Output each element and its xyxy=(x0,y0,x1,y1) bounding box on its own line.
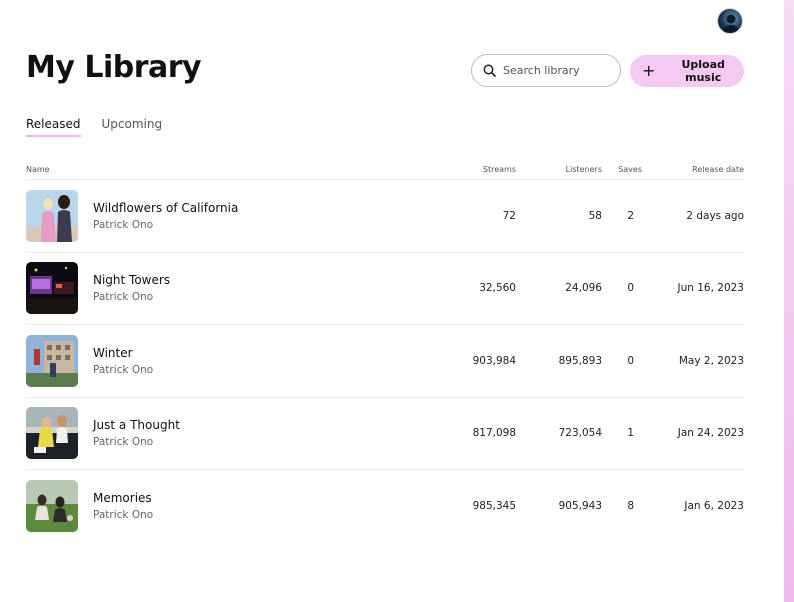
track-title[interactable]: Just a Thought xyxy=(93,418,180,432)
library-table: Name Streams Listeners Saves Release dat… xyxy=(26,160,744,543)
column-header-saves[interactable]: Saves xyxy=(602,165,642,174)
upload-music-button[interactable]: + Upload music xyxy=(630,55,744,87)
upload-music-label: Upload music xyxy=(681,58,725,84)
album-cover-image xyxy=(26,407,78,460)
tab-upcoming[interactable]: Upcoming xyxy=(102,117,163,137)
streams-value: 985,345 xyxy=(472,500,516,513)
plus-icon: + xyxy=(642,61,656,80)
track-artist: Patrick Ono xyxy=(93,436,154,449)
track-title[interactable]: Wildflowers of California xyxy=(93,201,238,215)
search-input[interactable] xyxy=(503,64,613,77)
column-header-name[interactable]: Name xyxy=(26,165,446,174)
saves-value: 2 xyxy=(627,209,634,222)
track-artist: Patrick Ono xyxy=(93,509,154,522)
release-date-value: 2 days ago xyxy=(686,209,744,222)
column-header-release-date[interactable]: Release date xyxy=(642,165,744,174)
streams-value: 32,560 xyxy=(479,282,516,295)
saves-value: 0 xyxy=(627,354,634,367)
search-box[interactable] xyxy=(471,54,621,87)
album-cover-image xyxy=(26,480,78,533)
saves-value: 0 xyxy=(627,282,634,295)
table-header: Name Streams Listeners Saves Release dat… xyxy=(26,160,744,180)
release-date-value: May 2, 2023 xyxy=(678,354,744,367)
release-date-value: Jun 16, 2023 xyxy=(677,282,744,295)
track-title[interactable]: Winter xyxy=(93,346,153,360)
release-date-value: Jan 24, 2023 xyxy=(677,427,744,440)
tab-released[interactable]: Released xyxy=(26,117,81,137)
track-title[interactable]: Night Towers xyxy=(93,273,170,287)
album-cover-image xyxy=(26,334,78,387)
listeners-value: 58 xyxy=(588,209,602,222)
side-accent-strip xyxy=(784,0,794,602)
saves-value: 1 xyxy=(627,427,634,440)
streams-value: 817,098 xyxy=(472,427,516,440)
column-header-listeners[interactable]: Listeners xyxy=(516,165,602,174)
track-artist: Patrick Ono xyxy=(93,218,154,231)
album-cover-image xyxy=(26,262,78,315)
user-avatar[interactable] xyxy=(717,8,743,34)
table-row[interactable]: Memories Patrick Ono 985,345 905,943 8 J… xyxy=(26,470,744,543)
table-row[interactable]: Wildflowers of California Patrick Ono 72… xyxy=(26,180,744,253)
table-row[interactable]: Winter Patrick Ono 903,984 895,893 0 May… xyxy=(26,325,744,398)
listeners-value: 895,893 xyxy=(558,354,602,367)
track-artist: Patrick Ono xyxy=(93,363,154,376)
library-tabs: Released Upcoming xyxy=(26,117,183,137)
saves-value: 8 xyxy=(627,500,634,513)
track-artist: Patrick Ono xyxy=(93,291,154,304)
listeners-value: 905,943 xyxy=(558,500,602,513)
streams-value: 72 xyxy=(502,209,516,222)
streams-value: 903,984 xyxy=(472,354,516,367)
album-cover-image xyxy=(26,189,78,242)
listeners-value: 723,054 xyxy=(558,427,602,440)
table-row[interactable]: Night Towers Patrick Ono 32,560 24,096 0… xyxy=(26,253,744,325)
column-header-streams[interactable]: Streams xyxy=(446,165,516,174)
page-title: My Library xyxy=(26,50,202,85)
track-title[interactable]: Memories xyxy=(93,491,153,505)
table-row[interactable]: Just a Thought Patrick Ono 817,098 723,0… xyxy=(26,398,744,470)
search-icon xyxy=(483,64,496,77)
release-date-value: Jan 6, 2023 xyxy=(684,500,744,513)
listeners-value: 24,096 xyxy=(565,282,602,295)
